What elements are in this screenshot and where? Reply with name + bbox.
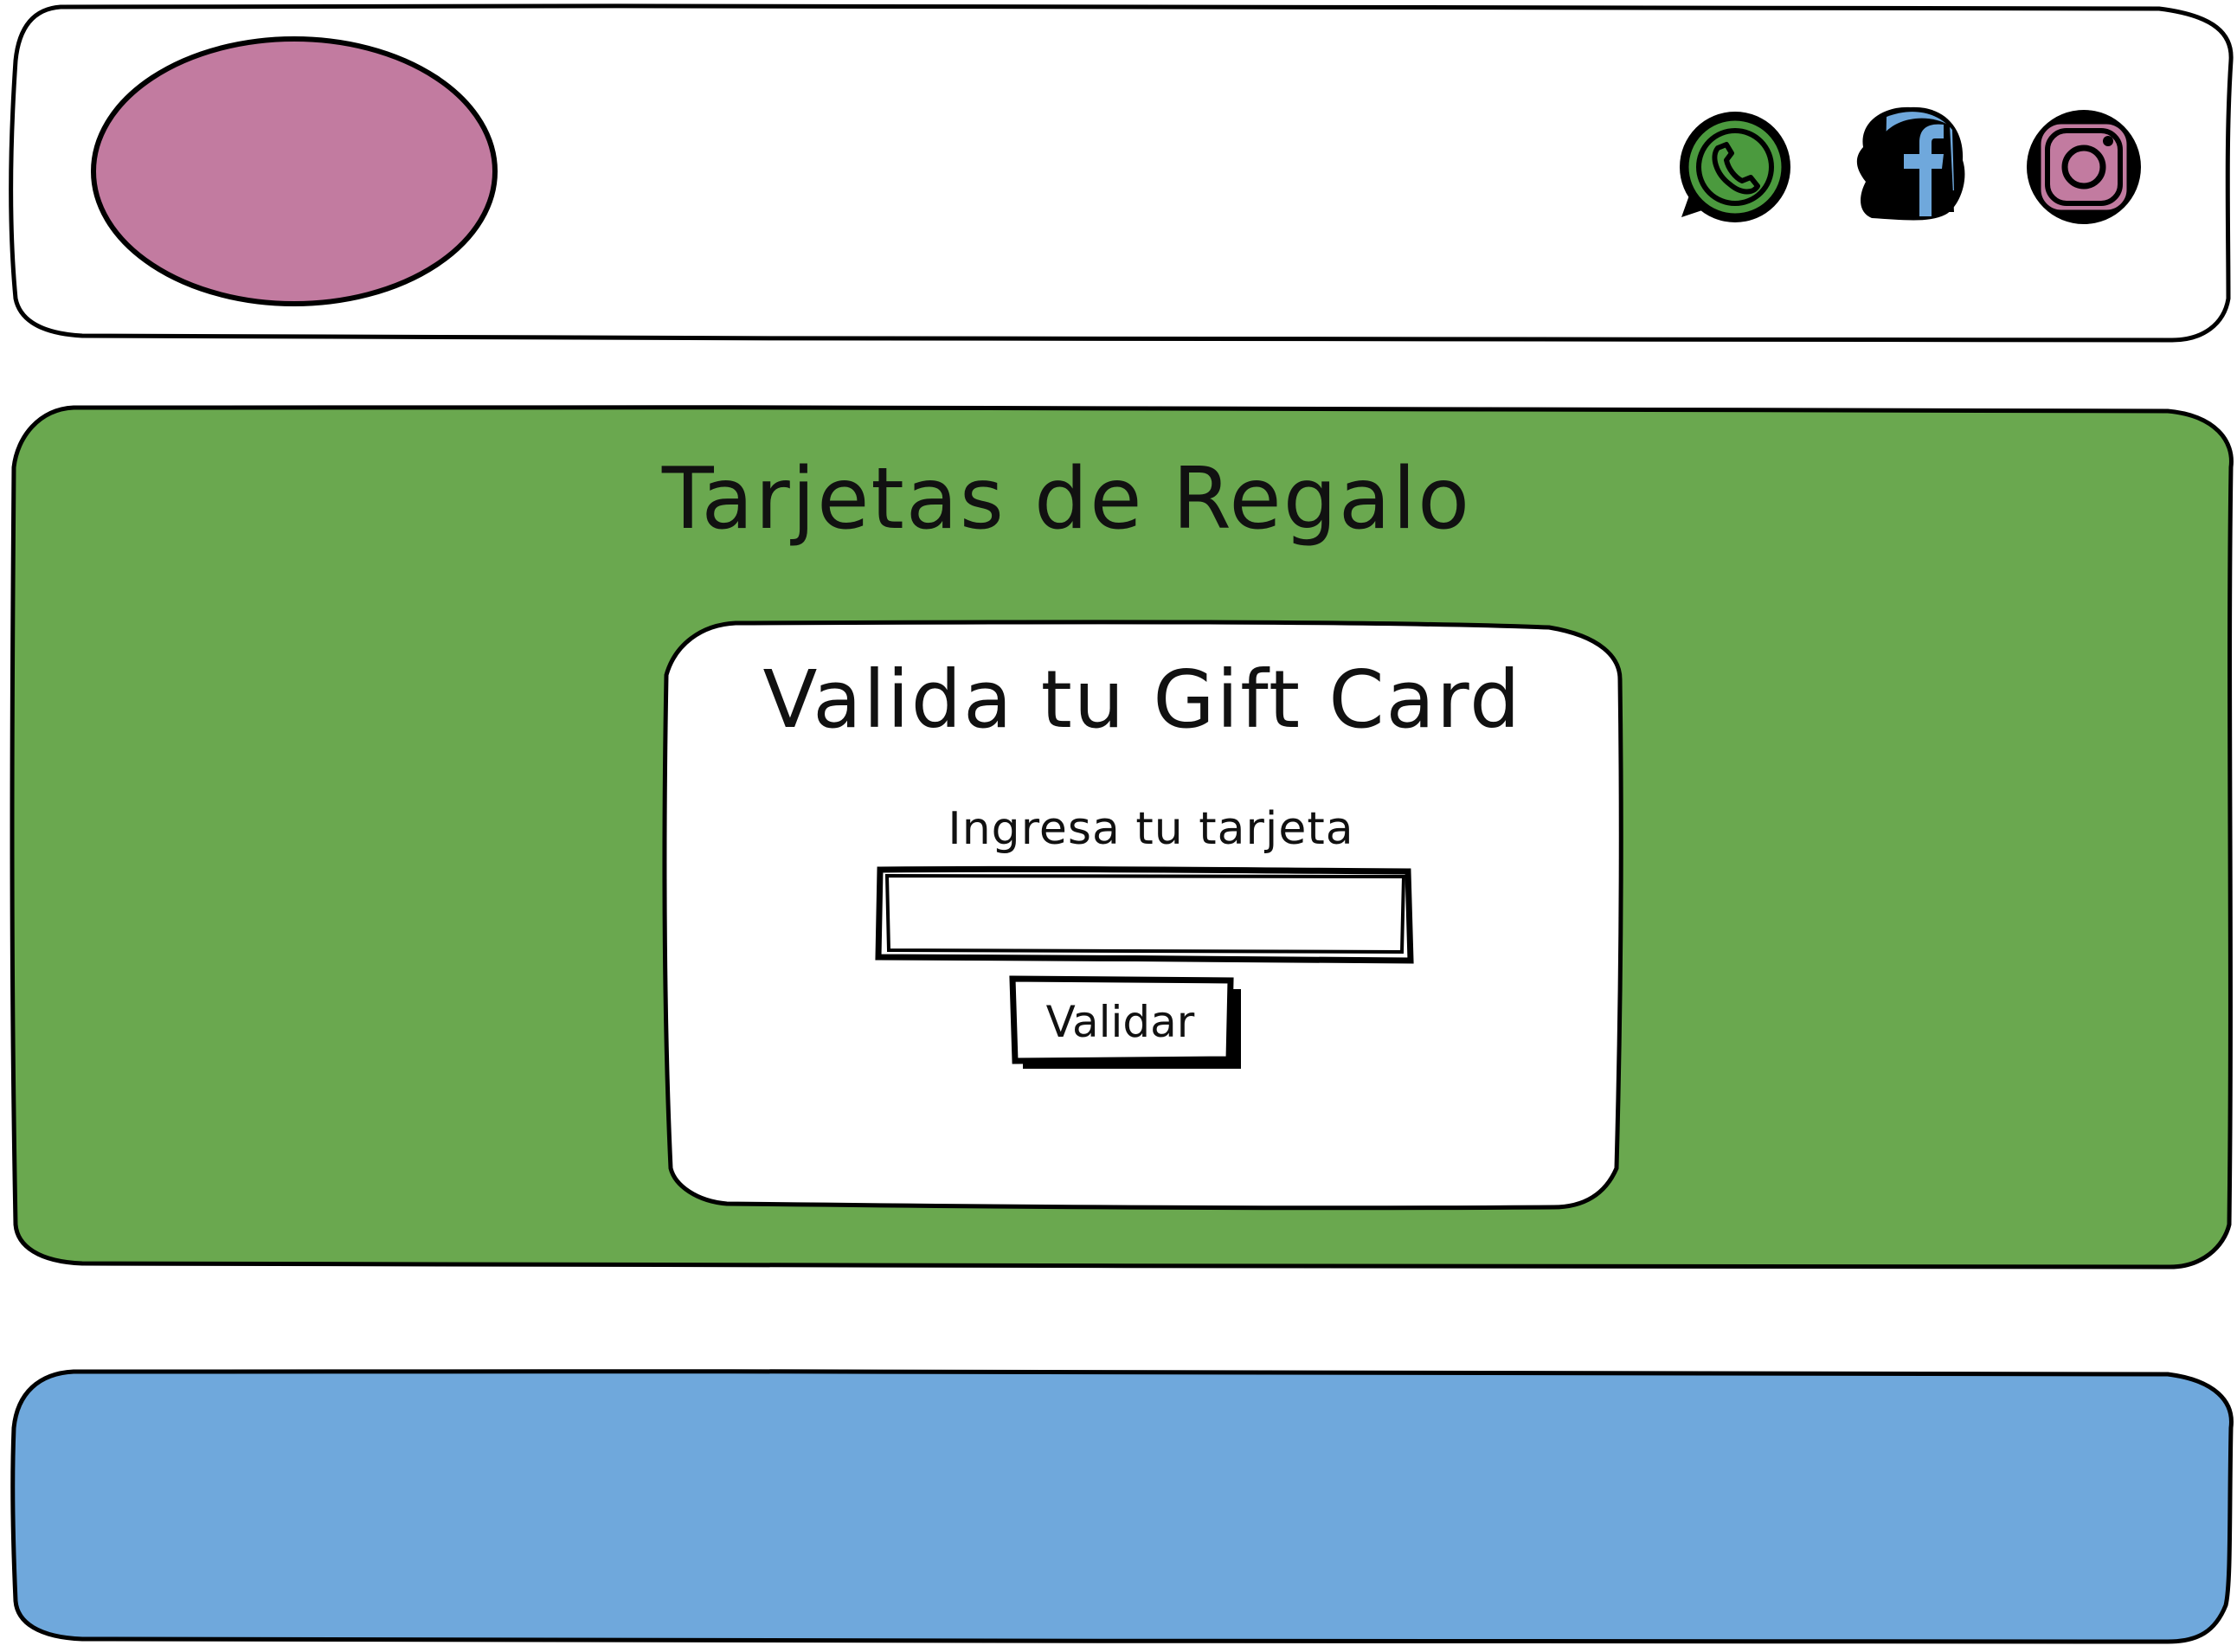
validate-button[interactable]: Validar [1014, 980, 1226, 1064]
logo [91, 36, 498, 306]
page-title: Tarjetas de Regalo [661, 450, 1472, 549]
whatsapp-link[interactable] [1677, 109, 1794, 226]
giftcard-title: Valida tu Gift Card [762, 653, 1522, 746]
facebook-link[interactable] [1853, 106, 1970, 223]
footer-panel [10, 1368, 2234, 1644]
instagram-link[interactable] [2026, 109, 2143, 226]
page: Tarjetas de Regalo Valida tu Gift Card I… [0, 0, 2237, 1652]
giftcard-input-label: Ingresa tu tarjeta [948, 803, 1354, 855]
giftcard-input[interactable] [884, 877, 1404, 955]
